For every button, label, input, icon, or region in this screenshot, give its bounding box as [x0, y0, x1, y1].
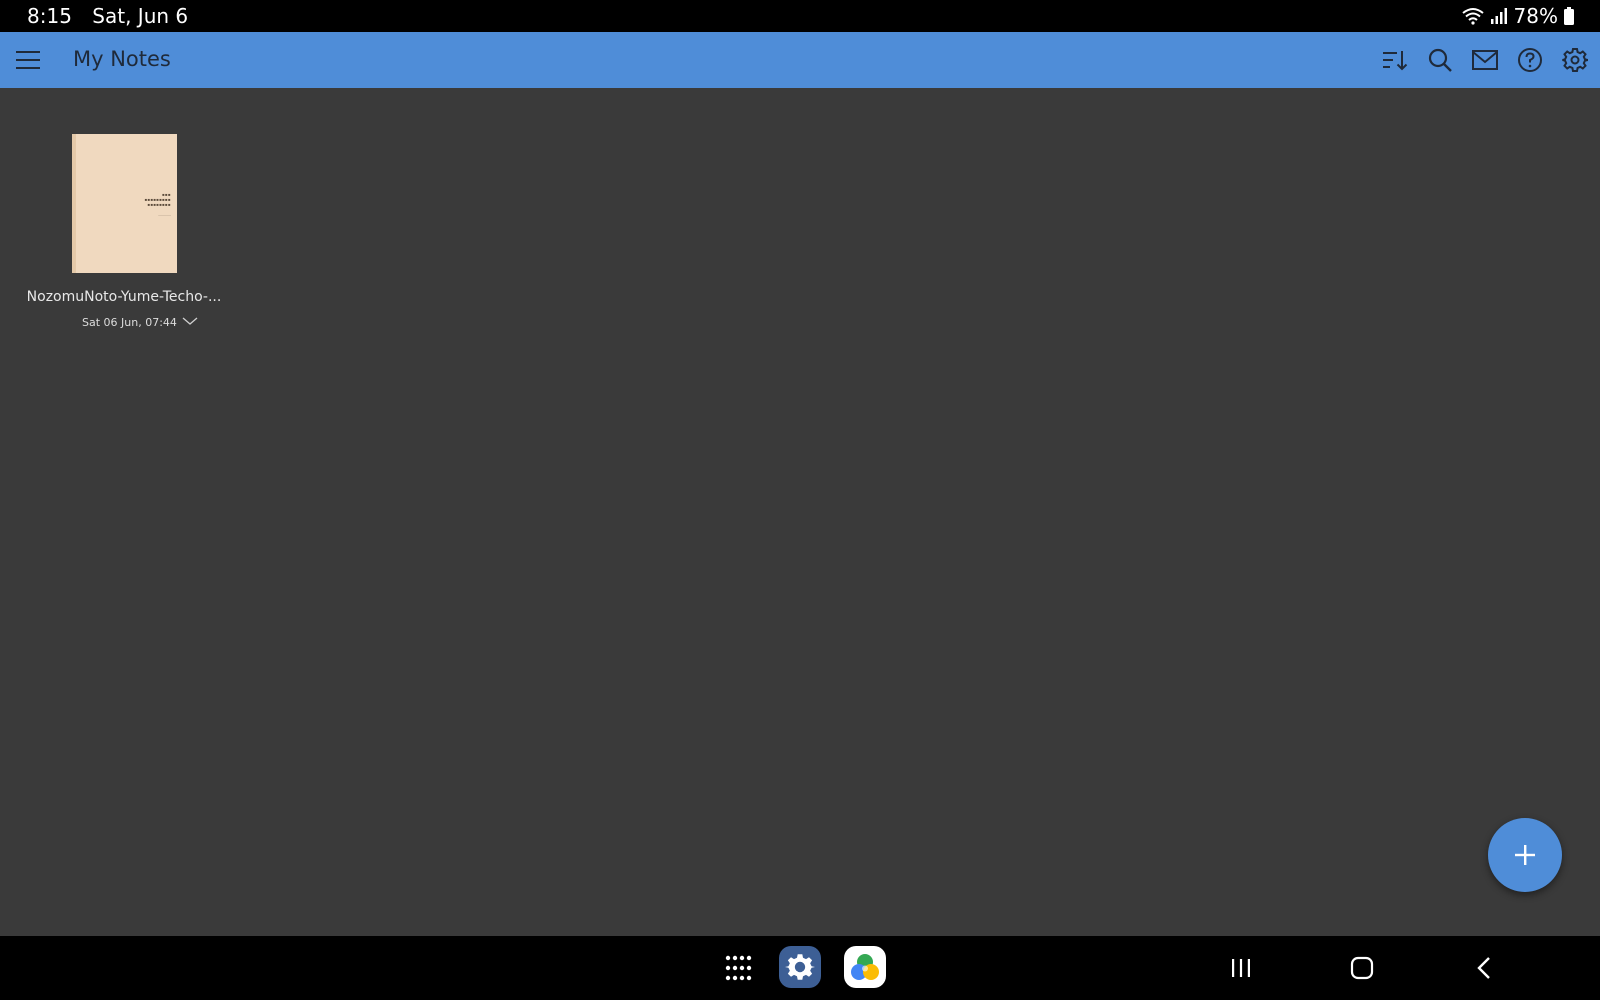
help-button[interactable]: [1513, 43, 1547, 77]
search-icon: [1428, 48, 1452, 72]
notes-grid: ■■■ ■■■■■■■■■ ■■■■■■■■ ────── NozomuNoto…: [0, 88, 1600, 936]
apps-grid-icon: [725, 955, 752, 981]
back-icon: [1477, 957, 1490, 979]
sort-icon: [1383, 51, 1408, 71]
settings-gear-icon: [785, 954, 815, 980]
battery-percent: 78%: [1513, 4, 1558, 28]
recents-icon: [1232, 959, 1250, 977]
status-indicators: 78%: [1461, 4, 1574, 28]
drive-app[interactable]: [844, 946, 886, 988]
chevron-down-icon: [182, 317, 198, 325]
recents-button[interactable]: [1224, 952, 1258, 984]
plus-icon: [1515, 845, 1535, 865]
help-icon: [1518, 48, 1542, 72]
drive-logo-icon: [851, 954, 879, 980]
navigation-bar: [0, 936, 1600, 1000]
signal-icon: [1490, 8, 1507, 24]
hamburger-menu-icon: [16, 51, 40, 69]
cover-art: ■■■ ■■■■■■■■■ ■■■■■■■■: [144, 192, 171, 207]
status-time: 8:15: [27, 4, 72, 28]
search-button[interactable]: [1423, 43, 1457, 77]
app-bar: My Notes: [0, 32, 1600, 88]
menu-button[interactable]: [14, 46, 42, 74]
battery-icon: [1564, 7, 1574, 25]
note-name: NozomuNoto-Yume-Techo-...: [26, 289, 222, 305]
mail-icon: [1472, 50, 1498, 70]
app-bar-actions: [1367, 32, 1600, 88]
page-title: My Notes: [73, 47, 171, 71]
note-date: Sat 06 Jun, 07:44: [82, 316, 177, 329]
note-thumbnail[interactable]: ■■■ ■■■■■■■■■ ■■■■■■■■ ──────: [72, 134, 177, 273]
status-time-date: 8:15 Sat, Jun 6: [27, 4, 188, 28]
apps-button[interactable]: [723, 952, 755, 984]
status-bar: 8:15 Sat, Jun 6 78%: [0, 0, 1600, 32]
sort-button[interactable]: [1378, 43, 1412, 77]
note-expand-button[interactable]: [179, 312, 201, 330]
settings-app[interactable]: [779, 946, 821, 988]
settings-button[interactable]: [1558, 43, 1592, 77]
gear-icon: [1562, 48, 1588, 72]
wifi-icon: [1461, 8, 1484, 25]
mail-button[interactable]: [1468, 43, 1502, 77]
back-button[interactable]: [1468, 952, 1502, 984]
home-button[interactable]: [1345, 952, 1379, 984]
cover-art-small: ──────: [158, 213, 171, 217]
status-date: Sat, Jun 6: [92, 4, 189, 28]
note-card[interactable]: ■■■ ■■■■■■■■■ ■■■■■■■■ ────── NozomuNoto…: [26, 134, 222, 334]
add-note-button[interactable]: [1488, 818, 1562, 892]
home-icon: [1350, 956, 1374, 980]
